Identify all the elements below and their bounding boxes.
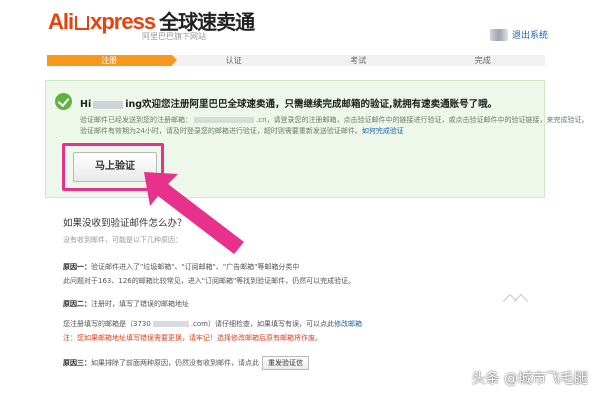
step-verify: 认证 [171,55,301,66]
scroll-up-chevron-icon-2 [513,293,529,309]
how-to-verify-link[interactable]: 如何完成验证 [362,127,404,135]
check-circle-icon [55,93,72,110]
logo-ali-text: Ali [48,9,74,34]
panel-info-line-1: 验证邮件已经发送到您的注册邮箱： .cn，请登录您的注册邮箱，点击验证邮件中的链接… [80,115,589,125]
step-register: 注册 [47,55,176,66]
watermark: 头条 @城市飞毛腿 [471,371,588,387]
reason-3: 原因三：如果排除了前面两种原因，仍然没有收到邮件，请点此 重发验证信 [63,356,309,370]
aliexpress-logo[interactable]: Ali xpress 全球速卖通 [48,6,255,34]
reason-3-label: 原因三： [63,359,91,367]
reason-2-email-prefix: 您注册填写的邮箱是（3730 [63,320,151,328]
reason-2-note: 您注册填写的邮箱是（3730 .com）请仔细检查，如果填写有误，可以点此修改邮箱 [63,319,362,329]
reason-1-note: 此问题对于163、126的邮箱比较常见，进入"订阅邮箱"等找到验证邮件，仍然可以… [63,277,356,285]
info-email-tail: .cn [256,116,267,124]
title-greeting: Hi [80,99,92,110]
reason-1-text: 验证邮件进入了"垃圾邮箱"、"订阅邮箱"、"广告邮箱"等邮箱分类中 [91,263,300,271]
panel-info-line-2: 验证邮件有效期为24小时，请及时登录您的邮箱进行验证，超时则需要重新发送验证邮件… [80,126,404,136]
logo-tagline: 阿里巴巴旗下网站 [142,32,206,41]
step-exam: 考试 [296,55,425,66]
user-avatar [489,28,508,41]
title-name: ing [125,99,143,110]
reason-1: 原因一：验证邮件进入了"垃圾邮箱"、"订阅邮箱"、"广告邮箱"等邮箱分类中 [63,262,299,272]
reason-3-text: 如果排除了前面两种原因，仍然没有收到邮件，请点此 [91,359,259,367]
reason-2-warning: 注：您如果邮箱地址填写错误需要更换，请牢记！选择修改邮箱后原有邮箱将作废。 [63,333,322,343]
redacted-email [194,117,254,123]
resend-verification-button[interactable]: 重发验证信 [262,356,309,370]
panel-title: Hi ing欢迎您注册阿里巴巴全球速卖通，只需继续完成邮箱的验证,就拥有速卖通账号… [80,96,497,110]
reason-2-text: 注册时，填写了错误的邮箱地址 [91,300,189,308]
reason-2-label: 原因二： [63,300,91,308]
registration-progress-steps: 注册 认证 考试 完成 [47,55,545,66]
title-message: 欢迎您注册阿里巴巴全球速卖通，只需继续完成邮箱的验证,就拥有速卖通账号了哦。 [142,99,498,110]
reason-2-warning-text: 注：您如果邮箱地址填写错误需要更换，请牢记！选择修改邮箱后原有邮箱将作废。 [63,334,322,342]
redacted-email-2 [152,321,189,327]
help-title: 如果没收到验证邮件怎么办？ [63,218,187,229]
user-area: 退出系统 [489,28,548,41]
redacted-username [93,100,124,109]
reason-2-email-tail: .com）请仔细检查，如果填写有误，可以点此 [190,320,335,328]
help-subtitle: 没有收到邮件，可能是以下几种原因： [63,236,182,244]
change-email-link[interactable]: 修改邮箱 [334,320,362,328]
info-email-prefix: 验证邮件已经发送到您的注册邮箱： [80,116,192,124]
logout-link[interactable]: 退出系统 [512,28,548,41]
reason-2: 原因二：注册时，填写了错误的邮箱地址 [63,299,189,309]
reason-1-label: 原因一： [63,263,91,271]
cart-icon [75,16,90,30]
step-complete: 完成 [420,55,545,66]
info-email-instructions: ，请登录您的注册邮箱，点击验证邮件中的链接进行验证，或点击验证邮件中的验证链接，… [266,116,589,124]
info-validity: 验证邮件有效期为24小时，请及时登录您的邮箱进行验证，超时则需要重新发送验证邮件… [80,127,362,135]
